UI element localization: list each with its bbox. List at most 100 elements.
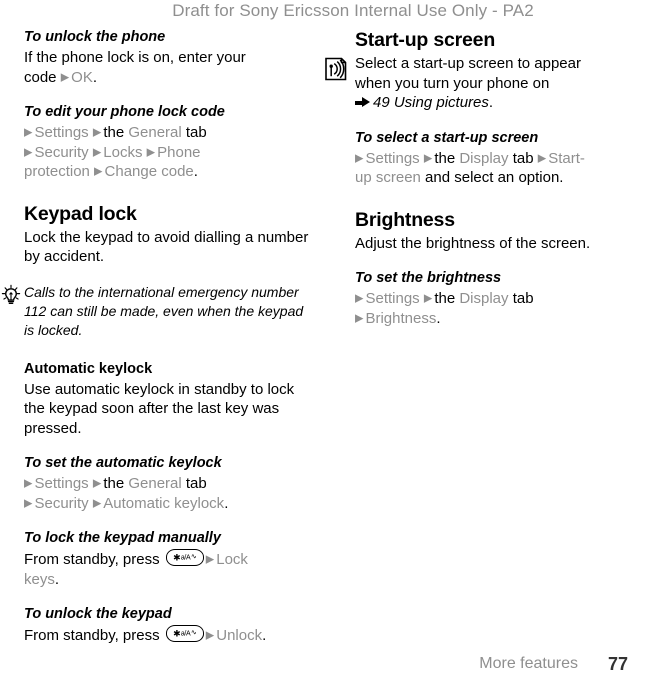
subsection-automatic-keylock: Automatic keylock Use automatic keylock … — [24, 360, 317, 439]
procedure-line: ▶ Settings ▶ the General tab — [24, 474, 317, 494]
menu-arrow-icon: ▶ — [92, 126, 102, 139]
lightbulb-icon — [0, 284, 22, 306]
menu-item: Automatic keylock — [103, 494, 225, 512]
menu-arrow-icon: ▶ — [355, 312, 364, 324]
left-column: To unlock the phone If the phone lock is… — [1, 28, 317, 646]
menu-item: Security — [34, 143, 93, 161]
procedure-line: ▶ Security ▶ Locks ▶ Phone — [24, 143, 317, 163]
cross-reference-line: 49 Using pictures. — [355, 93, 646, 113]
menu-item: Settings — [34, 475, 93, 492]
menu-item: General — [128, 124, 182, 141]
star-glyph: ✱ — [173, 628, 181, 639]
procedure-line: protection ▶ Change code. — [24, 162, 317, 182]
text-run: code — [24, 68, 61, 86]
text-run: tab — [181, 475, 207, 492]
section-body-line: Select a start-up screen to appear — [355, 55, 581, 72]
section-heading: Keypad lock — [24, 202, 137, 225]
menu-item: Unlock — [216, 627, 263, 644]
menu-arrow-icon: ▶ — [24, 146, 33, 158]
text-run: . — [224, 494, 229, 512]
menu-item: up screen — [355, 169, 421, 186]
menu-arrow-icon: ▶ — [24, 126, 33, 139]
text-run: From standby, press — [24, 551, 164, 568]
menu-item: General — [128, 475, 182, 492]
menu-arrow-icon: ▶ — [24, 477, 33, 490]
procedure-line: ▶ Security ▶ Automatic keylock. — [24, 494, 317, 514]
procedure-line: From standby, press ✱ a/A ∿ ▶ Lock — [24, 549, 317, 570]
menu-item: Phone — [157, 143, 201, 161]
procedure-line: From standby, press ✱ a/A ∿ ▶ Unlock. — [24, 625, 317, 646]
procedure-heading: To set the automatic keylock — [24, 455, 222, 471]
section-keypad-lock: Keypad lock Lock the keypad to avoid dia… — [24, 202, 317, 267]
menu-arrow-icon: ▶ — [24, 497, 33, 509]
section-brightness: Brightness Adjust the brightness of the … — [355, 208, 646, 254]
menu-item: Display — [459, 290, 509, 307]
menu-arrow-icon: ▶ — [537, 152, 547, 164]
procedure-select-start-up-screen: To select a start-up screen ▶ Settings ▶ t… — [355, 129, 646, 188]
menu-item: protection — [24, 163, 95, 180]
cross-reference-target[interactable]: 49 Using pictures — [373, 94, 489, 111]
procedure-line: up screen and select an option. — [355, 168, 646, 188]
menu-arrow-icon: ▶ — [205, 553, 215, 566]
menu-arrow-icon: ▶ — [423, 292, 433, 305]
text-run: . — [436, 309, 441, 327]
procedure-heading: To set the brightness — [355, 270, 502, 286]
procedure-lock-keypad-manually: To lock the keypad manually From standby… — [24, 529, 317, 589]
menu-item: Display — [459, 149, 509, 167]
note-signal-icon — [323, 56, 349, 82]
menu-item: Locks — [103, 143, 147, 161]
menu-item: Settings — [34, 124, 93, 141]
text-run: From standby, press — [24, 627, 164, 644]
text-run: tab — [508, 149, 538, 167]
procedure-heading: To unlock the keypad — [24, 606, 172, 622]
procedure-unlock-the-phone: To unlock the phone If the phone lock is… — [24, 28, 317, 87]
menu-item: Lock — [216, 551, 248, 568]
procedure-heading: To select a start-up screen — [355, 129, 539, 146]
procedure-line: ▶ Settings ▶ the Display tab — [355, 289, 646, 309]
subsection-heading: Automatic keylock — [24, 360, 153, 377]
footer-section-title: More features — [479, 655, 578, 672]
section-body-line: when you turn your phone on — [355, 74, 550, 92]
procedure-heading: To unlock the phone — [24, 29, 166, 45]
text-run: If the phone lock is on, enter your — [24, 49, 246, 66]
star-key-icon: ✱ a/A ∿ — [165, 625, 204, 642]
procedure-set-automatic-keylock: To set the automatic keylock ▶ Settings ▶… — [24, 454, 317, 513]
menu-arrow-icon: ▶ — [205, 629, 215, 642]
text-run: . — [488, 94, 494, 111]
tip-text: Calls to the international emergency num… — [24, 283, 304, 338]
case-glyph: a/A — [180, 554, 191, 562]
menu-arrow-icon: ▶ — [92, 146, 102, 158]
text-run: tab — [181, 124, 207, 141]
case-glyph: a/A — [180, 630, 191, 638]
wave-glyph: ∿ — [190, 629, 197, 637]
right-column: Start-up screen Select a start-up screen… — [325, 28, 646, 328]
section-body: Lock the keypad to avoid dialling a numb… — [24, 228, 309, 266]
menu-item: OK — [71, 68, 93, 86]
procedure-line: If the phone lock is on, enter your — [24, 48, 317, 68]
page-number: 77 — [607, 653, 628, 674]
section-body: Adjust the brightness of the screen. — [355, 234, 591, 252]
section-heading: Start-up screen — [355, 29, 496, 51]
subsection-body: Use automatic keylock in standby to lock… — [24, 380, 295, 437]
menu-item: Security — [34, 494, 93, 512]
procedure-line: keys. — [24, 570, 317, 590]
section-heading: Brightness — [355, 208, 455, 231]
star-key-icon: ✱ a/A ∿ — [165, 549, 204, 566]
menu-item: keys — [24, 570, 55, 588]
menu-item: Start- — [548, 149, 585, 167]
procedure-edit-phone-lock-code: To edit your phone lock code ▶ Settings ▶… — [24, 103, 317, 182]
procedure-heading: To edit your phone lock code — [24, 104, 225, 120]
text-run: the — [103, 124, 129, 141]
draft-watermark-header: Draft for Sony Ericsson Internal Use Onl… — [172, 1, 534, 20]
text-run: the — [434, 290, 460, 307]
text-run: the — [103, 475, 129, 492]
menu-arrow-icon: ▶ — [355, 152, 364, 164]
text-run: . — [193, 163, 198, 180]
menu-arrow-icon: ▶ — [423, 152, 433, 164]
menu-arrow-icon: ▶ — [146, 146, 156, 158]
